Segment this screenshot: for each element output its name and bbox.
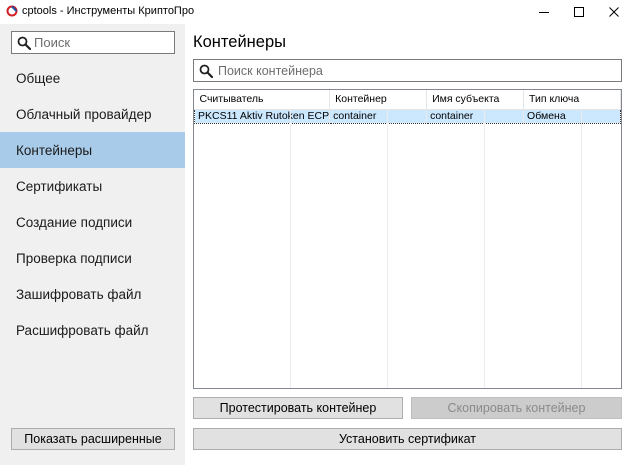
search-icon bbox=[17, 36, 31, 50]
search-icon bbox=[199, 64, 213, 78]
cryptopro-logo-icon bbox=[6, 5, 18, 17]
table-header-row: Считыватель Контейнер Имя субъекта Тип к… bbox=[194, 90, 621, 110]
title-bar: cptools - Инструменты КриптоПро bbox=[0, 0, 633, 24]
window-title: cptools - Инструменты КриптоПро bbox=[22, 5, 195, 17]
sidebar-item-create-signature[interactable]: Создание подписи bbox=[0, 204, 185, 240]
containers-grid: Считыватель Контейнер Имя субъекта Тип к… bbox=[194, 90, 621, 124]
sidebar: Общее Облачный провайдер Контейнеры Серт… bbox=[0, 24, 185, 465]
containers-table: Считыватель Контейнер Имя субъекта Тип к… bbox=[193, 89, 622, 389]
container-search-input[interactable] bbox=[218, 62, 618, 79]
sidebar-item-encrypt-file[interactable]: Зашифровать файл bbox=[0, 276, 185, 312]
column-header-container[interactable]: Контейнер bbox=[329, 90, 428, 110]
sidebar-item-verify-signature[interactable]: Проверка подписи bbox=[0, 240, 185, 276]
sidebar-item-certificates[interactable]: Сертификаты bbox=[0, 168, 185, 204]
close-icon bbox=[609, 7, 619, 17]
install-certificate-button[interactable]: Установить сертификат bbox=[193, 428, 622, 450]
show-advanced-button[interactable]: Показать расширенные bbox=[11, 428, 175, 450]
column-divider bbox=[290, 110, 291, 388]
close-button[interactable] bbox=[596, 0, 632, 24]
minimize-button[interactable] bbox=[526, 0, 562, 24]
container-search[interactable] bbox=[193, 59, 622, 82]
minimize-icon bbox=[539, 12, 549, 13]
column-header-key-type[interactable]: Тип ключа bbox=[523, 90, 621, 110]
sidebar-item-cloud-provider[interactable]: Облачный провайдер bbox=[0, 96, 185, 132]
cell-subject: container bbox=[426, 108, 525, 124]
column-divider bbox=[581, 110, 582, 388]
sidebar-item-containers[interactable]: Контейнеры bbox=[0, 132, 185, 168]
test-container-button[interactable]: Протестировать контейнер bbox=[193, 397, 403, 419]
sidebar-item-general[interactable]: Общее bbox=[0, 60, 185, 96]
sidebar-search[interactable] bbox=[11, 31, 175, 54]
column-header-reader[interactable]: Считыватель bbox=[194, 90, 331, 110]
copy-container-button[interactable]: Скопировать контейнер bbox=[411, 397, 622, 419]
column-divider bbox=[484, 110, 485, 388]
cell-key-type: Обмена bbox=[523, 108, 621, 124]
cell-reader: PKCS11 Aktiv Rutoken ECP bbox=[194, 108, 331, 124]
cell-container: container bbox=[329, 108, 428, 124]
sidebar-item-decrypt-file[interactable]: Расшифровать файл bbox=[0, 312, 185, 348]
maximize-icon bbox=[574, 7, 584, 17]
sidebar-search-input[interactable] bbox=[34, 34, 172, 51]
column-divider bbox=[387, 110, 388, 388]
page-title: Контейнеры bbox=[193, 33, 286, 51]
table-row[interactable]: PKCS11 Aktiv Rutoken ECP container conta… bbox=[194, 108, 621, 124]
column-header-subject[interactable]: Имя субъекта bbox=[426, 90, 525, 110]
maximize-button[interactable] bbox=[561, 0, 597, 24]
